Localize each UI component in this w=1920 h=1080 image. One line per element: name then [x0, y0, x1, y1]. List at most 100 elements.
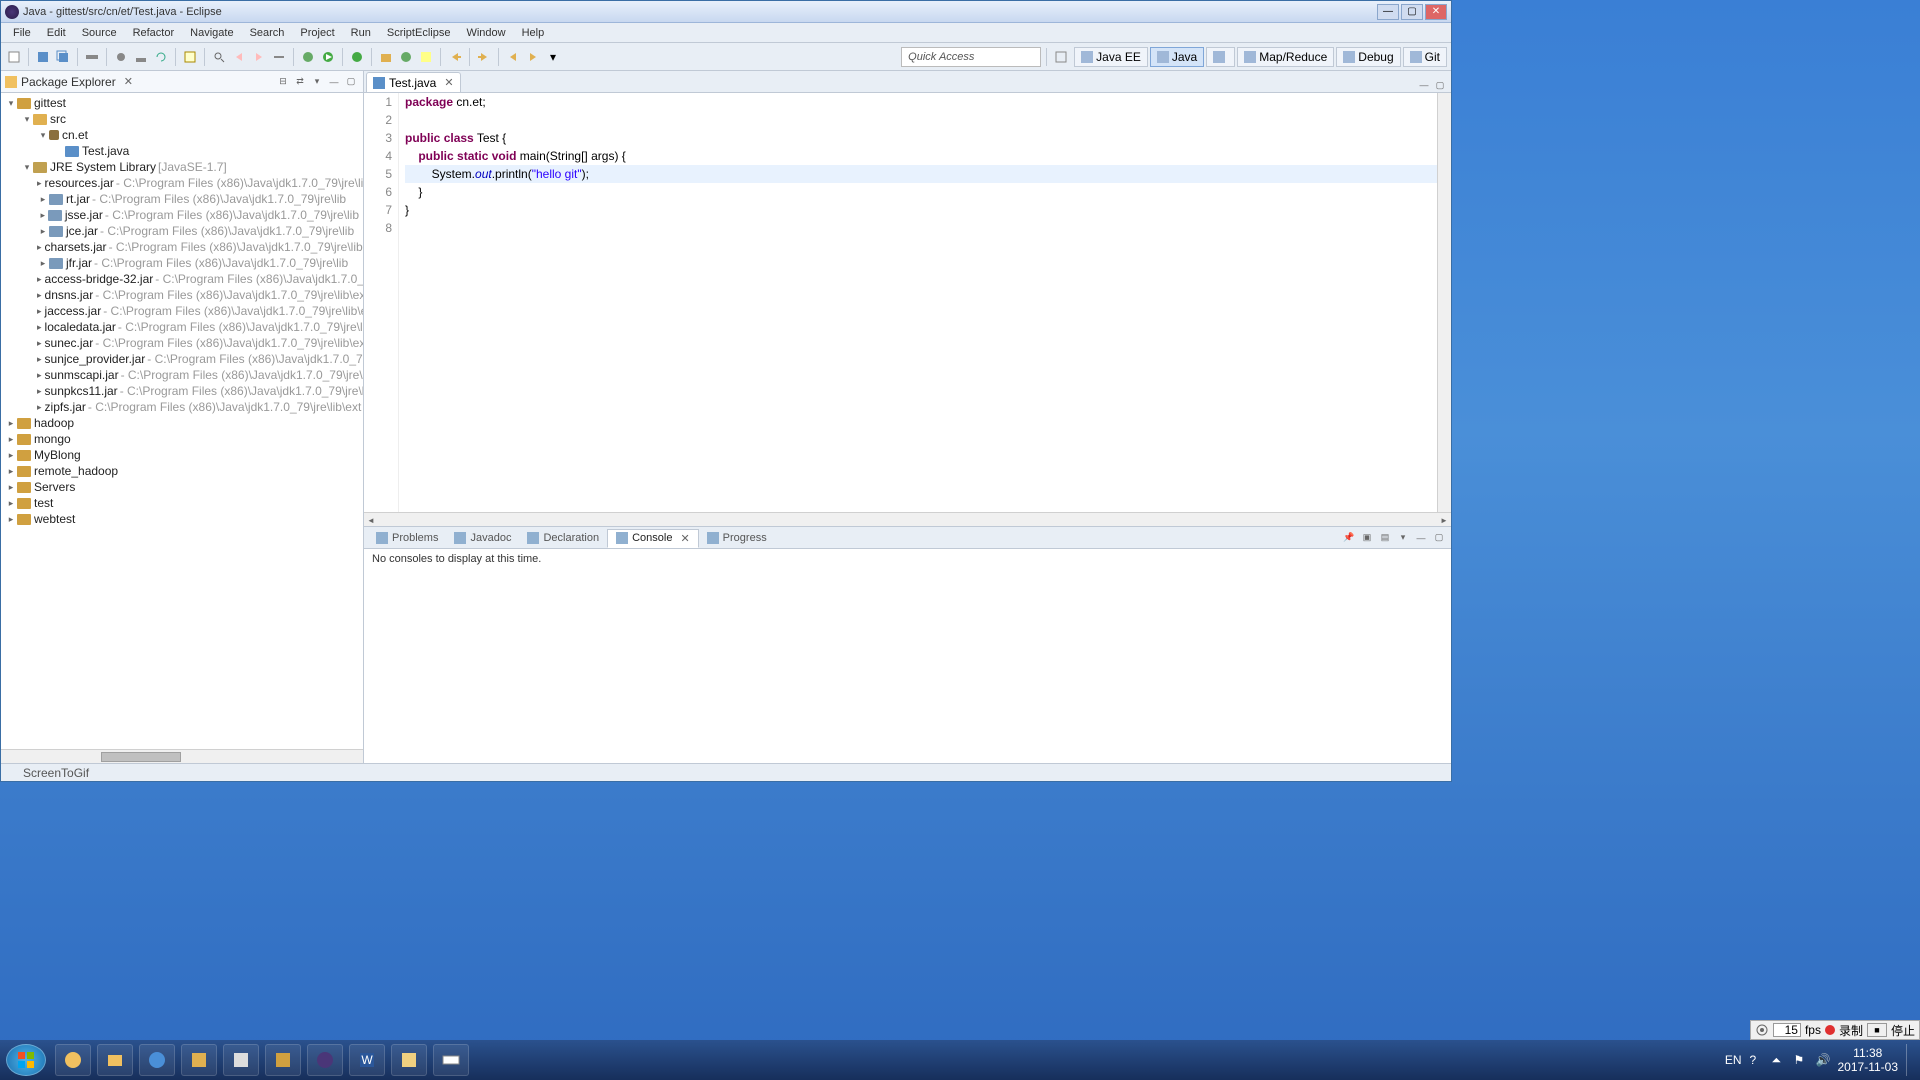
expand-icon[interactable]: ▸ [5, 498, 17, 509]
expand-icon[interactable]: ▾ [5, 98, 17, 109]
menu-project[interactable]: Project [292, 25, 342, 41]
open-type-icon[interactable] [181, 48, 199, 66]
minimize-button[interactable]: — [1377, 4, 1399, 20]
menu-help[interactable]: Help [514, 25, 553, 41]
tree-node-test-java[interactable]: Test.java [1, 143, 363, 159]
code-editor[interactable]: 12345678 package cn.et;public class Test… [364, 93, 1451, 512]
tree-node-charsets-jar[interactable]: ▸charsets.jar - C:\Program Files (x86)\J… [1, 239, 363, 255]
minimize-view-icon[interactable]: — [326, 74, 342, 90]
close-tab-icon[interactable]: ✕ [680, 532, 689, 545]
taskbar-item-word[interactable]: W [349, 1044, 385, 1076]
forward-icon[interactable] [524, 48, 542, 66]
tree-node-jce-jar[interactable]: ▸jce.jar - C:\Program Files (x86)\Java\j… [1, 223, 363, 239]
maximize-view-icon[interactable]: ▢ [343, 74, 359, 90]
taskbar-item-5[interactable] [223, 1044, 259, 1076]
tree-node-access-bridge-32-jar[interactable]: ▸access-bridge-32.jar - C:\Program Files… [1, 271, 363, 287]
open-task-icon[interactable] [417, 48, 435, 66]
gear-icon[interactable] [1755, 1023, 1769, 1037]
dropdown-icon[interactable]: ▾ [544, 48, 562, 66]
menu-file[interactable]: File [5, 25, 39, 41]
run-icon[interactable] [319, 48, 337, 66]
taskbar-item-eclipse[interactable] [307, 1044, 343, 1076]
view-menu2-icon[interactable]: ▾ [1395, 531, 1411, 545]
view-menu-icon[interactable]: ▾ [309, 74, 325, 90]
nav-back-icon[interactable] [446, 48, 464, 66]
taskbar-item-1[interactable] [55, 1044, 91, 1076]
menu-refactor[interactable]: Refactor [125, 25, 183, 41]
expand-icon[interactable]: ▾ [21, 114, 33, 125]
expand-icon[interactable]: ▾ [37, 130, 49, 141]
tree-node-jre-system-library[interactable]: ▾JRE System Library [JavaSE-1.7] [1, 159, 363, 175]
annotate-prev-icon[interactable] [230, 48, 248, 66]
maximize-bottom-icon[interactable]: ▢ [1431, 531, 1447, 545]
toggle-breadcrumb-icon[interactable] [83, 48, 101, 66]
tree-node-sunjce_provider-jar[interactable]: ▸sunjce_provider.jar - C:\Program Files … [1, 351, 363, 367]
tab-problems[interactable]: Problems [368, 530, 446, 546]
title-bar[interactable]: Java - gittest/src/cn/et/Test.java - Ecl… [1, 1, 1451, 23]
editor-minimize-icon[interactable]: — [1417, 78, 1431, 92]
editor-maximize-icon[interactable]: ▢ [1433, 78, 1447, 92]
expand-icon[interactable]: ▸ [5, 466, 17, 477]
taskbar-item-6[interactable] [265, 1044, 301, 1076]
expand-icon[interactable]: ▸ [5, 450, 17, 461]
save-all-icon[interactable] [54, 48, 72, 66]
debug-icon[interactable] [299, 48, 317, 66]
expand-icon[interactable]: ▸ [37, 386, 42, 397]
tree-node-gittest[interactable]: ▾gittest [1, 95, 363, 111]
expand-icon[interactable]: ▸ [37, 210, 48, 221]
taskbar-item-4[interactable] [181, 1044, 217, 1076]
expand-icon[interactable]: ▸ [37, 226, 49, 237]
flag-tray-icon[interactable]: ⚑ [1794, 1053, 1808, 1067]
expand-icon[interactable]: ▸ [5, 482, 17, 493]
expand-icon[interactable]: ▸ [5, 418, 17, 429]
start-button[interactable] [6, 1044, 46, 1076]
tree-node-zipfs-jar[interactable]: ▸zipfs.jar - C:\Program Files (x86)\Java… [1, 399, 363, 415]
fps-input[interactable] [1773, 1023, 1801, 1037]
expand-icon[interactable]: ▸ [37, 370, 42, 381]
link-editor-icon[interactable]: ⇄ [292, 74, 308, 90]
menu-scripteclipse[interactable]: ScriptEclipse [379, 25, 459, 41]
tree-node-sunmscapi-jar[interactable]: ▸sunmscapi.jar - C:\Program Files (x86)\… [1, 367, 363, 383]
tree-node-localedata-jar[interactable]: ▸localedata.jar - C:\Program Files (x86)… [1, 319, 363, 335]
tree-node-webtest[interactable]: ▸webtest [1, 511, 363, 527]
close-tab-icon[interactable]: ✕ [444, 76, 453, 89]
taskbar-item-explorer[interactable] [97, 1044, 133, 1076]
tree-node-src[interactable]: ▾src [1, 111, 363, 127]
refresh-icon[interactable] [152, 48, 170, 66]
record-label[interactable]: 录制 [1839, 1022, 1863, 1039]
tree-node-remote_hadoop[interactable]: ▸remote_hadoop [1, 463, 363, 479]
expand-icon[interactable]: ▸ [5, 434, 17, 445]
tab-javadoc[interactable]: Javadoc [446, 530, 519, 546]
last-edit-icon[interactable] [270, 48, 288, 66]
expand-icon[interactable]: ▸ [37, 354, 42, 365]
maximize-button[interactable]: ▢ [1401, 4, 1423, 20]
perspective-debug[interactable]: Debug [1336, 47, 1400, 67]
new-package-icon[interactable] [377, 48, 395, 66]
perspective-git[interactable]: Git [1403, 47, 1447, 67]
expand-icon[interactable]: ▸ [37, 338, 42, 349]
tab-console[interactable]: Console✕ [607, 529, 699, 548]
expand-icon[interactable]: ▸ [37, 306, 42, 317]
editor-hscrollbar[interactable]: ◄► [364, 512, 1451, 526]
menu-navigate[interactable]: Navigate [182, 25, 241, 41]
record-icon[interactable] [1825, 1025, 1835, 1035]
screen-recorder-widget[interactable]: fps 录制 ■ 停止 [1750, 1020, 1920, 1040]
back-icon[interactable] [504, 48, 522, 66]
new-class-icon[interactable] [397, 48, 415, 66]
tree-node-hadoop[interactable]: ▸hadoop [1, 415, 363, 431]
expand-icon[interactable]: ▸ [5, 514, 17, 525]
display-console-icon[interactable]: ▣ [1359, 531, 1375, 545]
search-icon[interactable] [210, 48, 228, 66]
menu-window[interactable]: Window [458, 25, 513, 41]
new-icon[interactable] [5, 48, 23, 66]
tab-progress[interactable]: Progress [699, 530, 775, 546]
taskbar-item-screentogif[interactable] [433, 1044, 469, 1076]
perspective-java ee[interactable]: Java EE [1074, 47, 1148, 67]
menu-run[interactable]: Run [343, 25, 379, 41]
run-last-icon[interactable] [348, 48, 366, 66]
tree-node-servers[interactable]: ▸Servers [1, 479, 363, 495]
tree-node-jfr-jar[interactable]: ▸jfr.jar - C:\Program Files (x86)\Java\j… [1, 255, 363, 271]
expand-icon[interactable]: ▸ [37, 402, 42, 413]
expand-icon[interactable]: ▸ [37, 274, 42, 285]
annotate-next-icon[interactable] [250, 48, 268, 66]
